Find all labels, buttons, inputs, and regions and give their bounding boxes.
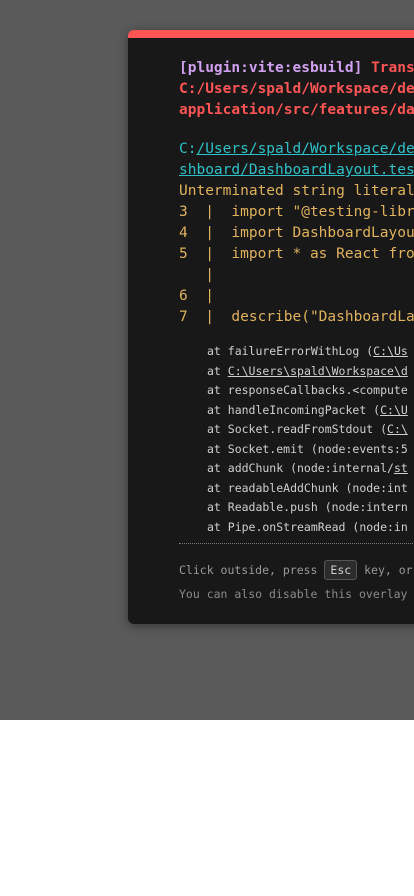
error-header: [plugin:vite:esbuild] Trans [179,58,414,79]
stack-link[interactable]: C:\Users\spald\Workspace\d [228,364,408,378]
error-file: C:/Users/spald/Workspace/de [179,141,414,157]
stack-line: at addChunk (node:internal/st [207,461,408,475]
page-backdrop[interactable]: [plugin:vite:esbuild] Trans C:/Users/spa… [0,0,414,720]
file-link[interactable]: shboard/DashboardLayout.tes [179,160,414,181]
stack-line: at failureErrorWithLog (C:\Us [207,344,408,358]
stack-line: at Socket.emit (node:events:5 [207,441,408,456]
stack-line: at C:\Users\spald\Workspace\d [207,363,408,378]
code-frame-line: | [179,267,214,283]
error-message-line: application/src/features/da [179,102,414,118]
stack-link[interactable]: st [394,461,408,475]
code-frame-line: 3 | import "@testing-libr [179,204,414,220]
error-message-line: C:/Users/spald/Workspace/de [179,81,414,97]
code-frame-line: 5 | import * as React fro [179,246,414,262]
file-link[interactable]: /Users/spald/Workspace/de [196,141,414,157]
stack-line: at readableAddChunk (node:int [207,480,408,495]
error-content: [plugin:vite:esbuild] Trans C:/Users/spa… [179,58,414,606]
stack-line: at responseCallbacks.<compute [207,383,408,397]
esc-key-badge: Esc [324,560,358,580]
dismiss-tip: Click outside, press Esc key, or [179,558,414,582]
error-message: Trans [371,60,414,76]
stack-line: at Pipe.onStreamRead (node:in [207,519,408,534]
page-blank-area [0,720,414,896]
stack-link[interactable]: C:\ [387,422,408,436]
error-description: Unterminated string literal [179,183,414,199]
stack-line: at handleIncomingPacket (C:\U [207,402,408,417]
stack-link[interactable]: C:\U [380,403,408,417]
stack-line: at Readable.push (node:intern [207,500,408,514]
stack-trace: at failureErrorWithLog (C:\Us at C:\User… [207,342,414,537]
error-overlay: [plugin:vite:esbuild] Trans C:/Users/spa… [128,30,414,624]
code-frame-line: 6 | [179,288,214,304]
stack-link[interactable]: C:\Us [373,344,408,358]
divider [179,543,414,544]
plugin-name: [plugin:vite:esbuild] [179,60,363,76]
stack-line: at Socket.readFromStdout (C:\ [207,422,408,436]
disable-overlay-tip: You can also disable this overlay [179,587,408,601]
code-frame-line: 4 | import DashboardLayou [179,225,414,241]
code-frame-line: 7 | describe("DashboardLa [179,309,414,325]
